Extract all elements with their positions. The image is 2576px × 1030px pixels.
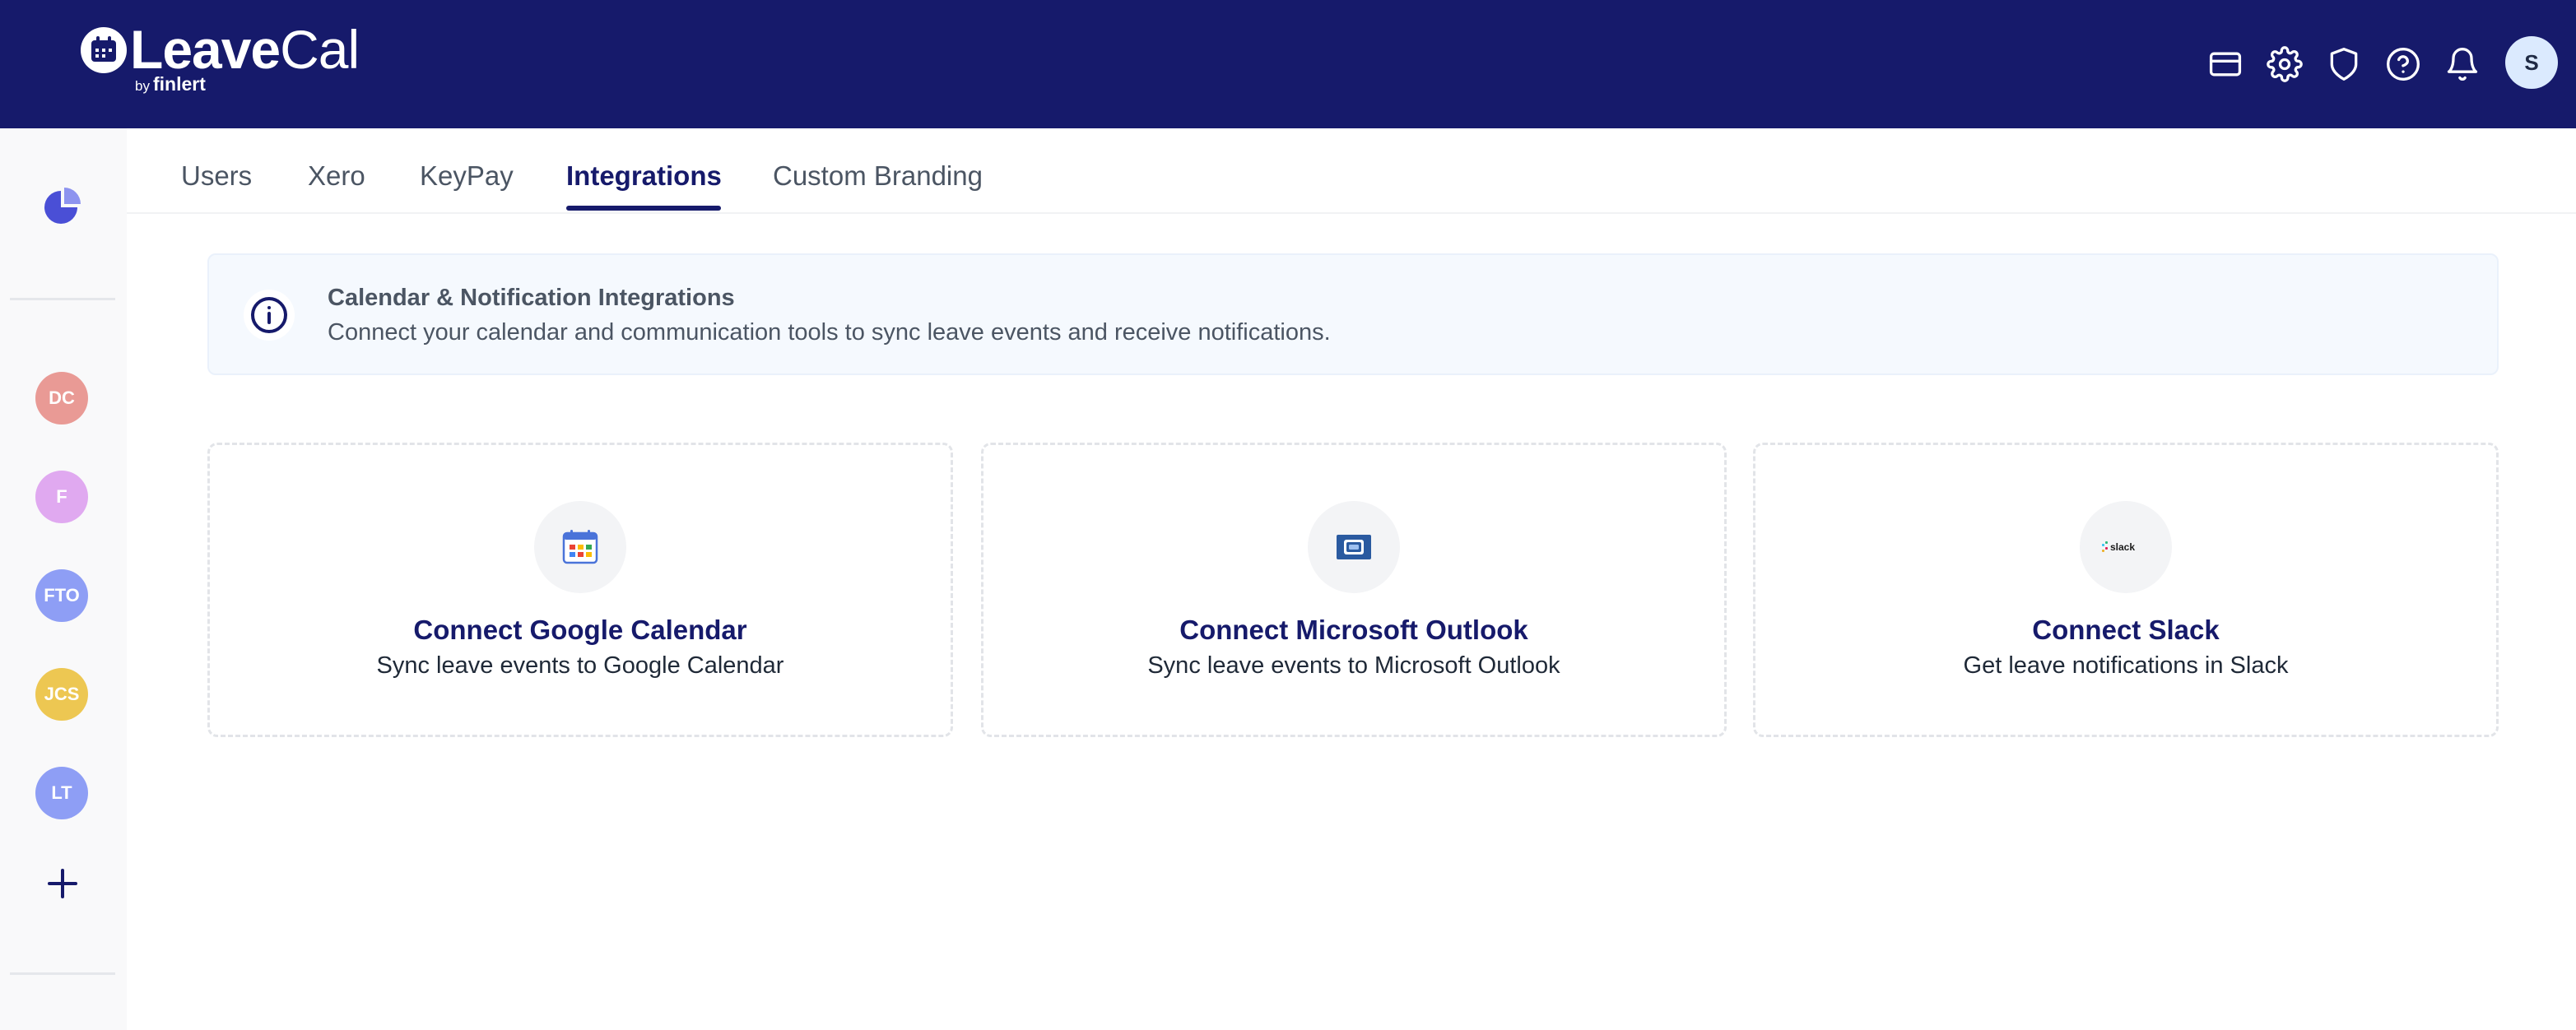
card-description: Get leave notifications in Slack (1963, 652, 2289, 679)
bell-icon[interactable] (2438, 39, 2487, 89)
plus-icon (48, 869, 77, 898)
gear-icon[interactable] (2260, 39, 2309, 89)
logo-company: finlert (152, 73, 206, 95)
tab-keypay[interactable]: KeyPay (420, 160, 514, 193)
top-navigation-bar: LeaveCal by finlert S (0, 0, 2576, 128)
team-avatar-dc[interactable]: DC (35, 372, 88, 425)
sidebar-divider-bottom (10, 972, 115, 975)
team-sidebar: DC F FTO JCS LT (0, 128, 127, 1030)
dashboard-pie-chart-icon[interactable] (41, 186, 82, 227)
logo-byline: by finlert (135, 72, 206, 99)
sidebar-divider (10, 298, 115, 300)
google-calendar-icon (534, 501, 626, 593)
shield-icon[interactable] (2319, 39, 2369, 89)
active-tab-indicator (566, 206, 721, 211)
connect-microsoft-outlook-card[interactable]: Connect Microsoft Outlook Sync leave eve… (981, 443, 1727, 737)
slack-icon: slack (2080, 501, 2172, 593)
team-avatar-jcs[interactable]: JCS (35, 668, 88, 721)
tab-xero[interactable]: Xero (308, 160, 365, 193)
outlook-icon (1308, 501, 1400, 593)
logo-by: by (135, 78, 150, 94)
banner-description: Connect your calendar and communication … (328, 319, 1331, 346)
card-description: Sync leave events to Microsoft Outlook (1147, 652, 1560, 679)
logo-wordmark-light: Cal (280, 19, 360, 80)
tab-custom-branding[interactable]: Custom Branding (773, 160, 983, 193)
help-icon[interactable] (2378, 39, 2428, 89)
card-title: Connect Microsoft Outlook (1179, 615, 1528, 645)
tab-integrations[interactable]: Integrations (566, 160, 722, 193)
logo-wordmark-bold: Leave (130, 19, 281, 80)
logo-wordmark: LeaveCal (130, 18, 360, 81)
add-team-button[interactable] (36, 857, 89, 910)
team-avatar-lt[interactable]: LT (35, 767, 88, 819)
card-title: Connect Slack (2032, 615, 2220, 645)
team-avatar-fto[interactable]: FTO (35, 569, 88, 622)
calendar-logo-icon (81, 27, 127, 73)
settings-tabs: Users Xero KeyPay Integrations Custom Br… (127, 128, 2576, 214)
banner-title: Calendar & Notification Integrations (328, 285, 735, 311)
info-icon (244, 290, 295, 341)
info-banner: Calendar & Notification Integrations Con… (207, 253, 2499, 375)
billing-card-icon[interactable] (2201, 39, 2250, 89)
connect-slack-card[interactable]: slack Connect Slack Get leave notificati… (1753, 443, 2499, 737)
user-avatar[interactable]: S (2505, 36, 2558, 89)
tab-users[interactable]: Users (181, 160, 252, 193)
team-avatar-f[interactable]: F (35, 471, 88, 523)
card-description: Sync leave events to Google Calendar (376, 652, 784, 679)
card-title: Connect Google Calendar (413, 615, 747, 645)
slack-wordmark: slack (2110, 541, 2135, 553)
connect-google-calendar-card[interactable]: Connect Google Calendar Sync leave event… (207, 443, 953, 737)
